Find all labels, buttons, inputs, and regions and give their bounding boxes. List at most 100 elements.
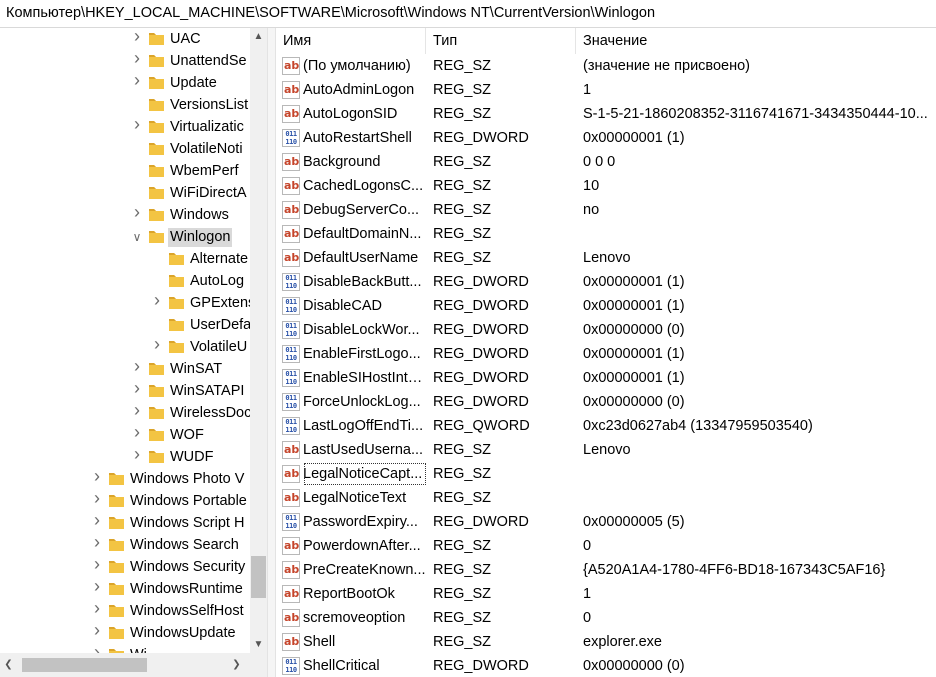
tree-item[interactable]: WiFiDirectA: [0, 182, 250, 204]
column-header-data[interactable]: Значение: [576, 28, 936, 54]
value-data: 0: [583, 610, 592, 626]
chevron-right-icon[interactable]: ›: [150, 335, 164, 353]
tree-item[interactable]: › WirelessDoc: [0, 401, 250, 424]
value-name: ShellCritical: [303, 658, 380, 674]
tree-item[interactable]: › WindowsUpdate: [0, 621, 250, 644]
chevron-right-icon[interactable]: ›: [90, 489, 104, 507]
value-row[interactable]: 011 110 AutoRestartShell REG_DWORD 0x0000000…: [276, 126, 936, 150]
tree-item[interactable]: › Windows Search: [0, 533, 250, 556]
value-row[interactable]: ab AutoAdminLogon REG_SZ 1: [276, 78, 936, 102]
value-row[interactable]: ab DebugServerCo... REG_SZ no: [276, 198, 936, 222]
value-row[interactable]: 011 110 ForceUnlockLog... REG_DWORD 0x000000…: [276, 390, 936, 414]
tree-item[interactable]: › Windows Security: [0, 555, 250, 578]
string-value-icon: ab: [282, 561, 300, 579]
value-row[interactable]: ab DefaultUserName REG_SZ Lenovo: [276, 246, 936, 270]
tree-item[interactable]: › WinSATAPI: [0, 379, 250, 402]
value-row[interactable]: 011 110 EnableFirstLogo... REG_DWORD 0x00000…: [276, 342, 936, 366]
value-row[interactable]: ab ReportBootOk REG_SZ 1: [276, 582, 936, 606]
tree-item[interactable]: › WinSAT: [0, 357, 250, 380]
value-row[interactable]: ab LegalNoticeText REG_SZ: [276, 486, 936, 510]
tree-item[interactable]: › WindowsRuntime: [0, 577, 250, 600]
tree-horizontal-scrollbar[interactable]: ❮ ❯: [0, 653, 250, 677]
chevron-right-icon[interactable]: ›: [90, 511, 104, 529]
value-row[interactable]: ab Background REG_SZ 0 0 0: [276, 150, 936, 174]
value-row[interactable]: 011 110 LastLogOffEndTi... REG_QWORD 0xc23d0…: [276, 414, 936, 438]
tree-item[interactable]: › Update: [0, 71, 250, 94]
value-row[interactable]: 011 110 DisableBackButt... REG_DWORD 0x00000…: [276, 270, 936, 294]
chevron-right-icon[interactable]: ›: [90, 577, 104, 595]
tree-item[interactable]: › UAC: [0, 28, 250, 50]
pane-splitter[interactable]: [268, 28, 276, 677]
tree-item[interactable]: VolatileNoti: [0, 138, 250, 160]
tree-item[interactable]: AutoLog: [0, 270, 250, 292]
values-pane[interactable]: Имя Тип Значение ab (По умолчанию) REG_SZ(…: [276, 28, 936, 677]
tree-item[interactable]: › GPExtens: [0, 291, 250, 314]
chevron-right-icon[interactable]: ›: [130, 28, 144, 45]
value-row[interactable]: 011 110 DisableCAD REG_DWORD 0x00000001 (1): [276, 294, 936, 318]
tree-item[interactable]: VersionsList: [0, 94, 250, 116]
chevron-right-icon[interactable]: ›: [130, 71, 144, 89]
chevron-right-icon[interactable]: ›: [130, 423, 144, 441]
value-row[interactable]: 011 110 EnableSIHostInte... REG_DWORD 0x0000…: [276, 366, 936, 390]
value-row[interactable]: 011 110 PasswordExpiry... REG_DWORD 0x000000…: [276, 510, 936, 534]
tree-item[interactable]: UserDefa: [0, 314, 250, 336]
tree-item[interactable]: WbemPerf: [0, 160, 250, 182]
chevron-right-icon[interactable]: ›: [130, 379, 144, 397]
chevron-right-icon[interactable]: ›: [90, 643, 104, 653]
chevron-right-icon[interactable]: ›: [130, 115, 144, 133]
tree-item[interactable]: › WindowsSelfHost: [0, 599, 250, 622]
column-header-type[interactable]: Тип: [426, 28, 576, 54]
chevron-right-icon[interactable]: ›: [90, 621, 104, 639]
chevron-right-icon[interactable]: ›: [90, 555, 104, 573]
tree-item[interactable]: › Windows Portable: [0, 489, 250, 512]
chevron-right-icon[interactable]: ›: [130, 49, 144, 67]
chevron-right-icon[interactable]: ›: [150, 291, 164, 309]
scroll-up-arrow-icon[interactable]: ▲: [250, 28, 267, 45]
tree-item[interactable]: ∨ Winlogon: [0, 226, 250, 248]
tree-vertical-scrollbar[interactable]: ▲ ▼: [250, 28, 267, 653]
chevron-down-icon[interactable]: ∨: [130, 229, 144, 245]
chevron-right-icon[interactable]: ›: [130, 401, 144, 419]
chevron-right-icon[interactable]: ›: [130, 357, 144, 375]
tree-item[interactable]: › Virtualizatic: [0, 115, 250, 138]
value-row[interactable]: ab DefaultDomainN... REG_SZ: [276, 222, 936, 246]
chevron-right-icon[interactable]: ›: [90, 533, 104, 551]
value-row[interactable]: ab Shell REG_SZ explorer.exe: [276, 630, 936, 654]
tree-item[interactable]: › VolatileU: [0, 335, 250, 358]
value-data: 0xc23d0627ab4 (13347959503540): [583, 418, 813, 434]
tree-item[interactable]: › WOF: [0, 423, 250, 446]
tree-item[interactable]: › WUDF: [0, 445, 250, 468]
tree-item[interactable]: › Windows Script H: [0, 511, 250, 534]
scroll-left-arrow-icon[interactable]: ❮: [0, 656, 17, 673]
value-row[interactable]: ab (По умолчанию) REG_SZ (значение не присв…: [276, 54, 936, 78]
tree-vertical-scroll-thumb[interactable]: [251, 556, 266, 598]
tree-item-label: WinSAT: [170, 361, 223, 377]
chevron-right-icon[interactable]: ›: [90, 599, 104, 617]
tree-item[interactable]: › Windows Photo V: [0, 467, 250, 490]
chevron-right-icon[interactable]: ›: [130, 445, 144, 463]
binary-value-icon: 011 110: [282, 321, 300, 339]
tree-item[interactable]: › Windows: [0, 203, 250, 226]
scroll-right-arrow-icon[interactable]: ❯: [228, 656, 245, 673]
chevron-right-icon[interactable]: ›: [90, 467, 104, 485]
tree-horizontal-scroll-thumb[interactable]: [22, 658, 147, 672]
scroll-down-arrow-icon[interactable]: ▼: [250, 636, 267, 653]
tree-item[interactable]: › UnattendSe: [0, 49, 250, 72]
value-row[interactable]: ab scremoveoption REG_SZ 0: [276, 606, 936, 630]
tree-item-label: WindowsUpdate: [130, 625, 236, 641]
tree-item[interactable]: Alternate: [0, 248, 250, 270]
value-row[interactable]: ab PreCreateKnown... REG_SZ {A520A1A4-1780-…: [276, 558, 936, 582]
value-row[interactable]: 011 110 DisableLockWor... REG_DWORD 0x000000…: [276, 318, 936, 342]
value-row[interactable]: 011 110 ShellCritical REG_DWORD 0x00000000 (…: [276, 654, 936, 677]
tree-item[interactable]: › Wi...: [0, 643, 250, 653]
value-row[interactable]: ab PowerdownAfter... REG_SZ 0: [276, 534, 936, 558]
tree-item-label: Alternate: [190, 251, 249, 267]
value-row[interactable]: ab LegalNoticeCapt... REG_SZ: [276, 462, 936, 486]
address-bar[interactable]: Компьютер\HKEY_LOCAL_MACHINE\SOFTWARE\Mi…: [0, 0, 936, 28]
value-row[interactable]: ab CachedLogonsC... REG_SZ 10: [276, 174, 936, 198]
column-header-name[interactable]: Имя: [276, 28, 426, 54]
value-row[interactable]: ab AutoLogonSID REG_SZ S-1-5-21-1860208352-…: [276, 102, 936, 126]
chevron-right-icon[interactable]: ›: [130, 203, 144, 221]
value-row[interactable]: ab LastUsedUserna... REG_SZ Lenovo: [276, 438, 936, 462]
key-tree-pane[interactable]: › UAC › UnattendSe › Update VersionsList › Virtu…: [0, 28, 268, 677]
